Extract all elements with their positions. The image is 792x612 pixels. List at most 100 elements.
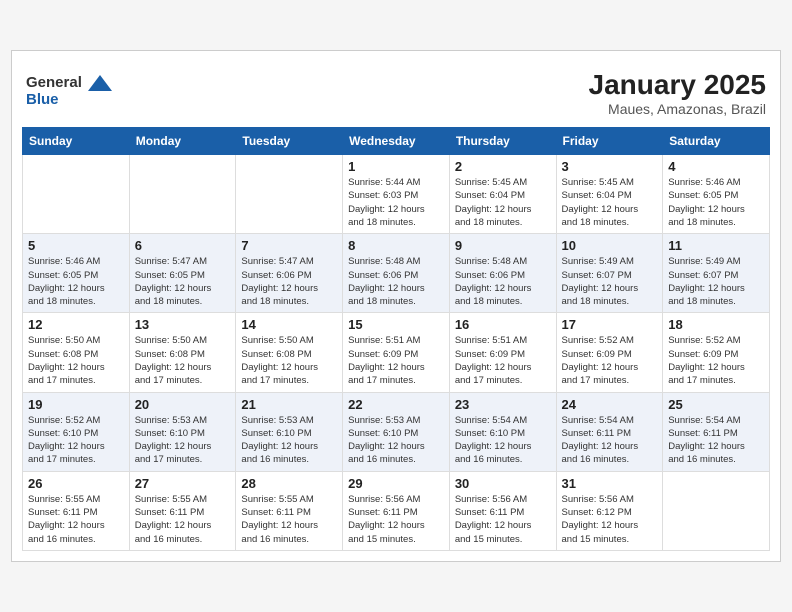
day-info: Sunrise: 5:55 AMSunset: 6:11 PMDaylight:… xyxy=(135,493,231,546)
day-number: 25 xyxy=(668,397,764,412)
day-number: 10 xyxy=(562,238,658,253)
header-monday: Monday xyxy=(129,128,236,155)
header-thursday: Thursday xyxy=(449,128,556,155)
calendar-cell: 14 Sunrise: 5:50 AMSunset: 6:08 PMDayligh… xyxy=(236,313,343,392)
calendar-cell: 27 Sunrise: 5:55 AMSunset: 6:11 PMDayligh… xyxy=(129,471,236,550)
calendar-cell: 8 Sunrise: 5:48 AMSunset: 6:06 PMDaylight… xyxy=(343,234,450,313)
day-number: 12 xyxy=(28,317,124,332)
day-number: 13 xyxy=(135,317,231,332)
day-number: 18 xyxy=(668,317,764,332)
day-info: Sunrise: 5:52 AMSunset: 6:09 PMDaylight:… xyxy=(562,334,658,387)
day-info: Sunrise: 5:47 AMSunset: 6:05 PMDaylight:… xyxy=(135,255,231,308)
day-number: 31 xyxy=(562,476,658,491)
day-info: Sunrise: 5:49 AMSunset: 6:07 PMDaylight:… xyxy=(668,255,764,308)
day-info: Sunrise: 5:47 AMSunset: 6:06 PMDaylight:… xyxy=(241,255,337,308)
calendar-table: Sunday Monday Tuesday Wednesday Thursday… xyxy=(22,127,770,551)
day-number: 9 xyxy=(455,238,551,253)
day-info: Sunrise: 5:44 AMSunset: 6:03 PMDaylight:… xyxy=(348,176,444,229)
day-info: Sunrise: 5:51 AMSunset: 6:09 PMDaylight:… xyxy=(348,334,444,387)
header-sunday: Sunday xyxy=(23,128,130,155)
calendar-cell: 9 Sunrise: 5:48 AMSunset: 6:06 PMDaylight… xyxy=(449,234,556,313)
day-info: Sunrise: 5:54 AMSunset: 6:11 PMDaylight:… xyxy=(562,414,658,467)
calendar-container: General Blue January 2025 Maues, Amazona… xyxy=(11,50,781,562)
calendar-cell: 26 Sunrise: 5:55 AMSunset: 6:11 PMDayligh… xyxy=(23,471,130,550)
calendar-cell: 16 Sunrise: 5:51 AMSunset: 6:09 PMDayligh… xyxy=(449,313,556,392)
day-number: 11 xyxy=(668,238,764,253)
calendar-cell: 23 Sunrise: 5:54 AMSunset: 6:10 PMDayligh… xyxy=(449,392,556,471)
calendar-cell: 6Sunrise: 5:47 AMSunset: 6:05 PMDaylight… xyxy=(129,234,236,313)
calendar-cell: 31 Sunrise: 5:56 AMSunset: 6:12 PMDayligh… xyxy=(556,471,663,550)
calendar-cell: 20 Sunrise: 5:53 AMSunset: 6:10 PMDayligh… xyxy=(129,392,236,471)
calendar-cell: 18 Sunrise: 5:52 AMSunset: 6:09 PMDayligh… xyxy=(663,313,770,392)
weekday-header-row: Sunday Monday Tuesday Wednesday Thursday… xyxy=(23,128,770,155)
day-info: Sunrise: 5:48 AMSunset: 6:06 PMDaylight:… xyxy=(348,255,444,308)
day-info: Sunrise: 5:53 AMSunset: 6:10 PMDaylight:… xyxy=(348,414,444,467)
day-number: 28 xyxy=(241,476,337,491)
day-number: 29 xyxy=(348,476,444,491)
day-number: 27 xyxy=(135,476,231,491)
calendar-cell: 13 Sunrise: 5:50 AMSunset: 6:08 PMDayligh… xyxy=(129,313,236,392)
logo-icon xyxy=(86,73,114,93)
calendar-row-1: 5 Sunrise: 5:46 AMSunset: 6:05 PMDaylight… xyxy=(23,234,770,313)
calendar-cell: 19 Sunrise: 5:52 AMSunset: 6:10 PMDayligh… xyxy=(23,392,130,471)
day-number: 21 xyxy=(241,397,337,412)
day-info: Sunrise: 5:53 AMSunset: 6:10 PMDaylight:… xyxy=(135,414,231,467)
day-number: 26 xyxy=(28,476,124,491)
day-number: 4 xyxy=(668,159,764,174)
header-friday: Friday xyxy=(556,128,663,155)
day-number: 17 xyxy=(562,317,658,332)
day-info: Sunrise: 5:50 AMSunset: 6:08 PMDaylight:… xyxy=(28,334,124,387)
day-info: Sunrise: 5:50 AMSunset: 6:08 PMDaylight:… xyxy=(135,334,231,387)
calendar-cell: 3Sunrise: 5:45 AMSunset: 6:04 PMDaylight… xyxy=(556,155,663,234)
day-info: Sunrise: 5:53 AMSunset: 6:10 PMDaylight:… xyxy=(241,414,337,467)
calendar-cell: 10 Sunrise: 5:49 AMSunset: 6:07 PMDayligh… xyxy=(556,234,663,313)
day-info: Sunrise: 5:56 AMSunset: 6:12 PMDaylight:… xyxy=(562,493,658,546)
calendar-cell: 29Sunrise: 5:56 AMSunset: 6:11 PMDayligh… xyxy=(343,471,450,550)
calendar-cell: 28Sunrise: 5:55 AMSunset: 6:11 PMDayligh… xyxy=(236,471,343,550)
calendar-row-2: 12 Sunrise: 5:50 AMSunset: 6:08 PMDayligh… xyxy=(23,313,770,392)
calendar-cell: 22 Sunrise: 5:53 AMSunset: 6:10 PMDayligh… xyxy=(343,392,450,471)
day-info: Sunrise: 5:52 AMSunset: 6:10 PMDaylight:… xyxy=(28,414,124,467)
day-number: 7 xyxy=(241,238,337,253)
day-info: Sunrise: 5:52 AMSunset: 6:09 PMDaylight:… xyxy=(668,334,764,387)
day-info: Sunrise: 5:49 AMSunset: 6:07 PMDaylight:… xyxy=(562,255,658,308)
day-number: 19 xyxy=(28,397,124,412)
day-info: Sunrise: 5:48 AMSunset: 6:06 PMDaylight:… xyxy=(455,255,551,308)
day-info: Sunrise: 5:54 AMSunset: 6:10 PMDaylight:… xyxy=(455,414,551,467)
calendar-cell: 7 Sunrise: 5:47 AMSunset: 6:06 PMDaylight… xyxy=(236,234,343,313)
calendar-cell xyxy=(663,471,770,550)
day-info: Sunrise: 5:46 AMSunset: 6:05 PMDaylight:… xyxy=(28,255,124,308)
day-number: 20 xyxy=(135,397,231,412)
calendar-cell: 12 Sunrise: 5:50 AMSunset: 6:08 PMDayligh… xyxy=(23,313,130,392)
day-info: Sunrise: 5:54 AMSunset: 6:11 PMDaylight:… xyxy=(668,414,764,467)
header-tuesday: Tuesday xyxy=(236,128,343,155)
calendar-cell: 4 Sunrise: 5:46 AMSunset: 6:05 PMDaylight… xyxy=(663,155,770,234)
day-number: 22 xyxy=(348,397,444,412)
calendar-title: January 2025 xyxy=(26,69,766,101)
day-info: Sunrise: 5:55 AMSunset: 6:11 PMDaylight:… xyxy=(28,493,124,546)
day-number: 15 xyxy=(348,317,444,332)
day-info: Sunrise: 5:45 AMSunset: 6:04 PMDaylight:… xyxy=(562,176,658,229)
calendar-cell: 11 Sunrise: 5:49 AMSunset: 6:07 PMDayligh… xyxy=(663,234,770,313)
day-number: 14 xyxy=(241,317,337,332)
logo: General Blue xyxy=(26,69,114,108)
calendar-header: General Blue January 2025 Maues, Amazona… xyxy=(22,61,770,121)
calendar-cell: 24Sunrise: 5:54 AMSunset: 6:11 PMDayligh… xyxy=(556,392,663,471)
calendar-row-3: 19 Sunrise: 5:52 AMSunset: 6:10 PMDayligh… xyxy=(23,392,770,471)
day-info: Sunrise: 5:50 AMSunset: 6:08 PMDaylight:… xyxy=(241,334,337,387)
day-number: 23 xyxy=(455,397,551,412)
day-number: 8 xyxy=(348,238,444,253)
calendar-cell: 30Sunrise: 5:56 AMSunset: 6:11 PMDayligh… xyxy=(449,471,556,550)
day-number: 16 xyxy=(455,317,551,332)
calendar-row-4: 26 Sunrise: 5:55 AMSunset: 6:11 PMDayligh… xyxy=(23,471,770,550)
day-info: Sunrise: 5:45 AMSunset: 6:04 PMDaylight:… xyxy=(455,176,551,229)
day-info: Sunrise: 5:46 AMSunset: 6:05 PMDaylight:… xyxy=(668,176,764,229)
day-number: 5 xyxy=(28,238,124,253)
day-info: Sunrise: 5:51 AMSunset: 6:09 PMDaylight:… xyxy=(455,334,551,387)
calendar-subtitle: Maues, Amazonas, Brazil xyxy=(26,101,766,117)
calendar-cell: 1 Sunrise: 5:44 AMSunset: 6:03 PMDaylight… xyxy=(343,155,450,234)
calendar-cell: 15 Sunrise: 5:51 AMSunset: 6:09 PMDayligh… xyxy=(343,313,450,392)
logo-blue-text: Blue xyxy=(26,91,59,108)
header-saturday: Saturday xyxy=(663,128,770,155)
day-number: 1 xyxy=(348,159,444,174)
